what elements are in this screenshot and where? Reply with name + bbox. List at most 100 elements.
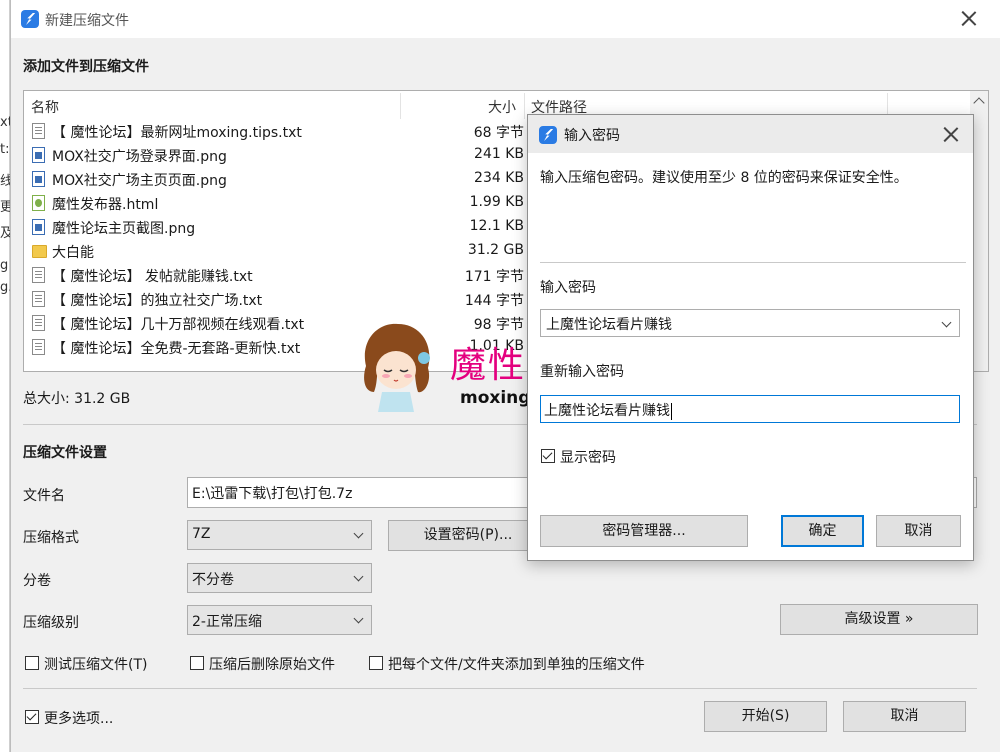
password-manager-button[interactable]: 密码管理器... [540,515,748,547]
column-name[interactable]: 名称 [31,97,59,117]
reenter-password-label: 重新输入密码 [540,364,624,380]
background-window-edge: xt t: 线 更 及 g g. [0,0,13,752]
filename-label: 文件名 [23,488,65,504]
png-file-icon [32,171,45,187]
checkbox-label: 测试压缩文件(T) [44,657,148,673]
separate-archives-checkbox[interactable]: 把每个文件/文件夹添加到单独的压缩文件 [369,654,669,673]
png-file-icon [32,219,45,235]
file-size: 98 字节 [473,317,524,333]
file-name: 【 魔性论坛】几十万部视频在线观看.txt [52,317,305,333]
split-value: 不分卷 [192,572,234,588]
app-logo-icon [21,10,39,28]
txt-file-icon [32,339,45,355]
list-item[interactable]: 【 魔性论坛】全免费-无套路-更新快.txt 1.01 KB [24,336,524,360]
test-archive-checkbox[interactable]: 测试压缩文件(T) [25,654,165,673]
checkbox-box[interactable] [25,710,39,724]
txt-file-icon [32,123,45,139]
start-button[interactable]: 开始(S) [704,701,827,732]
window-title: 新建压缩文件 [45,13,129,29]
level-select[interactable]: 2-正常压缩 [187,605,372,635]
html-file-icon [32,195,45,211]
dialog-cancel-button[interactable]: 取消 [876,515,961,547]
checkbox-box[interactable] [190,656,204,670]
text-caret [671,402,672,420]
file-name: 【 魔性论坛】 发帖就能赚钱.txt [52,269,253,285]
level-label: 压缩级别 [23,615,79,631]
format-select[interactable]: 7Z [187,520,372,550]
list-item[interactable]: 【 魔性论坛】几十万部视频在线观看.txt 98 字节 [24,312,524,336]
list-item[interactable]: 大白能 31.2 GB [24,240,524,264]
format-value: 7Z [192,526,211,542]
checkbox-box[interactable] [369,656,383,670]
file-name: 【 魔性论坛】最新网址moxing.tips.txt [52,125,302,141]
txt-file-icon [32,267,45,283]
chevron-down-icon[interactable] [941,317,952,328]
password-combo[interactable]: 上魔性论坛看片赚钱 [540,309,960,337]
file-size: 68 字节 [473,125,524,141]
list-item[interactable]: 魔性论坛主页截图.png 12.1 KB [24,216,524,240]
list-item[interactable]: MOX社交广场主页页面.png 234 KB [24,168,524,192]
checkbox-label: 更多选项... [44,711,114,727]
file-name: 魔性发布器.html [52,197,159,213]
checkbox-label: 压缩后删除原始文件 [209,657,335,673]
file-name: 大白能 [52,245,94,261]
add-files-heading: 添加文件到压缩文件 [23,59,149,75]
delete-original-checkbox[interactable]: 压缩后删除原始文件 [190,654,360,673]
folder-icon [32,245,47,258]
file-size: 144 字节 [464,293,524,309]
checkbox-label: 把每个文件/文件夹添加到单独的压缩文件 [388,657,645,673]
file-size: 31.2 GB [467,242,524,258]
list-item[interactable]: 【 魔性论坛】最新网址moxing.tips.txt 68 字节 [24,120,524,144]
png-file-icon [32,147,45,163]
file-size: 171 字节 [464,269,524,285]
file-size: 241 KB [474,146,524,162]
background-text: g [0,258,9,273]
cartoon-girl-watermark [364,323,430,412]
split-label: 分卷 [23,573,51,589]
list-item[interactable]: 魔性发布器.html 1.99 KB [24,192,524,216]
list-item[interactable]: 【 魔性论坛】的独立社交广场.txt 144 字节 [24,288,524,312]
format-label: 压缩格式 [23,530,79,546]
level-value: 2-正常压缩 [192,614,262,630]
checkbox-box[interactable] [541,449,555,463]
txt-file-icon [32,291,45,307]
title-bar: 新建压缩文件 [11,0,1000,38]
dialog-description: 输入压缩包密码。建议使用至少 8 位的密码来保证安全性。 [540,170,908,186]
close-icon[interactable] [941,124,961,144]
ok-button[interactable]: 确定 [781,515,864,547]
file-name: MOX社交广场主页页面.png [52,173,227,189]
reenter-password-field[interactable]: 上魔性论坛看片赚钱 [540,395,960,423]
column-size[interactable]: 大小 [488,97,516,117]
total-size: 总大小: 31.2 GB [23,391,131,407]
more-options-checkbox[interactable]: 更多选项... [25,708,135,727]
cancel-button[interactable]: 取消 [843,701,966,732]
checkbox-box[interactable] [25,656,39,670]
advanced-settings-button[interactable]: 高级设置 » [780,604,978,635]
dialog-title: 输入密码 [564,128,620,144]
password-value: 上魔性论坛看片赚钱 [546,317,672,333]
close-icon[interactable] [959,8,979,28]
chevron-down-icon [353,528,364,539]
settings-heading: 压缩文件设置 [23,445,107,461]
enter-password-label: 输入密码 [540,280,596,296]
scroll-up-icon[interactable] [973,97,985,109]
reenter-value: 上魔性论坛看片赚钱 [544,403,670,419]
set-password-button[interactable]: 设置密码(P)... [388,520,548,551]
checkbox-label: 显示密码 [560,450,616,466]
txt-file-icon [32,315,45,331]
chevron-down-icon [353,613,364,624]
list-item[interactable]: MOX社交广场登录界面.png 241 KB [24,144,524,168]
chevron-down-icon [353,571,364,582]
app-logo-icon [539,126,557,144]
file-size: 234 KB [474,170,524,186]
file-name: 【 魔性论坛】全免费-无套路-更新快.txt [52,341,301,357]
dialog-title-bar: 输入密码 [528,115,973,153]
file-name: MOX社交广场登录界面.png [52,149,227,165]
background-text: t: [0,142,10,157]
file-name: 魔性论坛主页截图.png [52,221,196,237]
file-size: 12.1 KB [469,218,524,234]
list-item[interactable]: 【 魔性论坛】 发帖就能赚钱.txt 171 字节 [24,264,524,288]
show-password-checkbox[interactable]: 显示密码 [541,447,641,466]
divider [540,262,966,263]
split-select[interactable]: 不分卷 [187,563,372,593]
